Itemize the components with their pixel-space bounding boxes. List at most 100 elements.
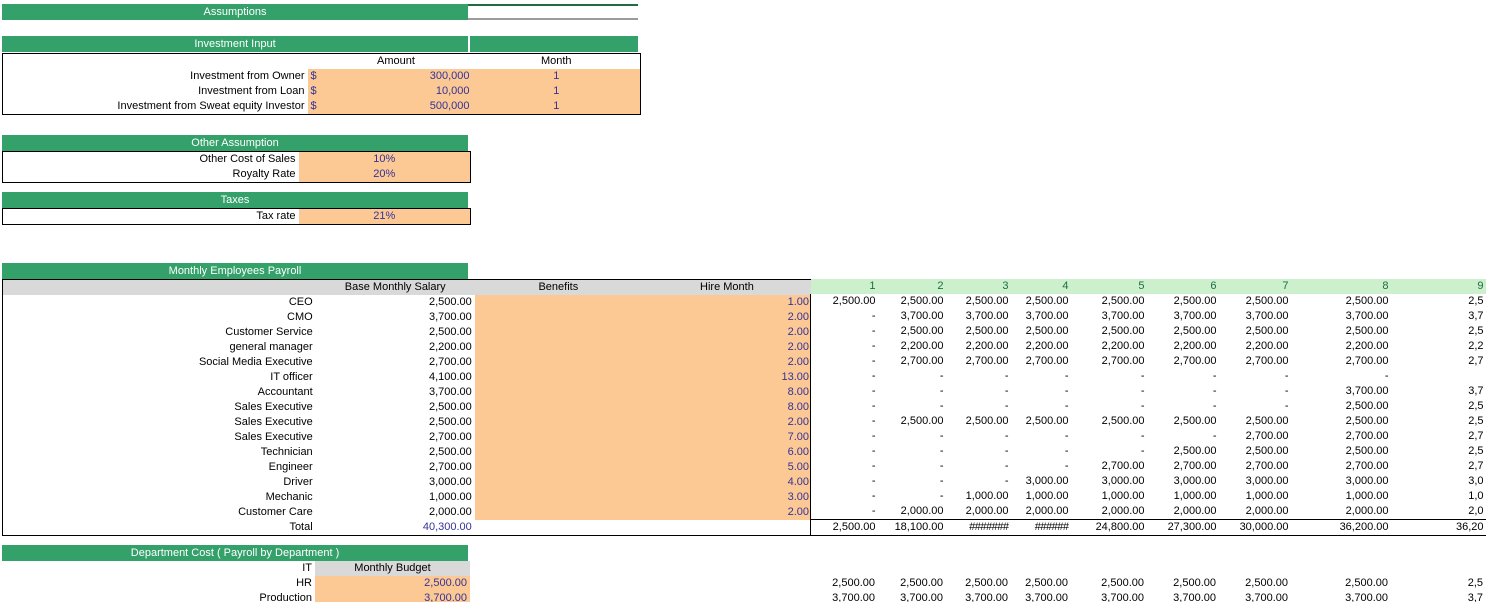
payroll-month-value: 2,2 [1391, 339, 1486, 354]
month-column-header-2: 2 [878, 279, 947, 294]
payroll-role-label: Sales Executive [2, 430, 316, 445]
investment-amount-input[interactable]: 300,000 [319, 69, 473, 84]
payroll-month-value: - [1011, 369, 1072, 384]
payroll-month-value: - [810, 489, 879, 504]
payroll-month-value: - [810, 369, 879, 384]
payroll-hire-month-input[interactable]: 6.00 [641, 445, 812, 460]
payroll-benefits-input[interactable] [474, 385, 642, 400]
payroll-benefits-input[interactable] [474, 295, 642, 310]
payroll-total-month-value: 36,200.00 [1291, 519, 1392, 536]
payroll-month-value: - [946, 444, 1012, 459]
payroll-month-value: 2,000.00 [878, 504, 947, 520]
payroll-benefits-input[interactable] [474, 310, 642, 325]
payroll-month-value: 2,000.00 [946, 504, 1012, 520]
table-row: -2,000.00 2,000.00 2,000.00 2,000.00 2,000.0… [810, 504, 1486, 520]
investment-amount-input[interactable]: 10,000 [319, 84, 473, 99]
payroll-month-value: 2,200.00 [878, 339, 947, 354]
payroll-benefits-input[interactable] [474, 325, 642, 340]
payroll-benefits-input[interactable] [474, 415, 642, 430]
payroll-month-value: - [878, 429, 947, 444]
payroll-hire-month-input[interactable]: 7.00 [641, 430, 812, 445]
table-row: - - - - - - -2,500.00 2,5 [810, 399, 1486, 414]
payroll-hire-month-input[interactable]: 5.00 [641, 460, 812, 475]
investment-amount-input[interactable]: 500,000 [319, 99, 473, 115]
payroll-role-label: Social Media Executive [2, 355, 316, 370]
payroll-month-value: 2,500.00 [1071, 294, 1148, 309]
payroll-hire-month-input[interactable]: 8.00 [641, 385, 812, 400]
department-cost-title-bar: Department Cost ( Payroll by Department … [2, 545, 468, 561]
payroll-month-value: 2,500.00 [1219, 414, 1292, 429]
royalty-rate-input[interactable]: 20% [298, 167, 471, 183]
payroll-benefits-input[interactable] [474, 355, 642, 370]
payroll-role-label: general manager [2, 340, 316, 355]
department-monthly-budget-input[interactable]: 3,700.00 [315, 591, 470, 602]
table-row: CMO 3,700.00 2.00 [2, 310, 812, 325]
payroll-month-value: 2,500.00 [1147, 294, 1220, 309]
payroll-benefits-input[interactable] [474, 370, 642, 385]
payroll-month-value: 3,700.00 [878, 309, 947, 324]
investment-month-input[interactable]: 1 [472, 84, 641, 99]
tax-rate-input[interactable]: 21% [298, 208, 471, 225]
payroll-month-value: 2,700.00 [1219, 459, 1292, 474]
payroll-month-value: - [946, 369, 1012, 384]
payroll-month-value: 2,700.00 [1147, 459, 1220, 474]
payroll-benefits-input[interactable] [474, 475, 642, 490]
payroll-benefits-input[interactable] [474, 505, 642, 520]
payroll-benefits-input[interactable] [474, 460, 642, 475]
payroll-hire-month-input[interactable]: 8.00 [641, 400, 812, 415]
payroll-month-value: - [946, 474, 1012, 489]
payroll-benefits-input[interactable] [474, 490, 642, 505]
table-row: Investment from Loan $ 10,000 1 [2, 84, 641, 99]
table-row: HR 2,500.00 [2, 576, 470, 591]
payroll-header-row: Base Monthly Salary Benefits Hire Month [2, 279, 812, 295]
investment-input-table: Amount Month Investment from Owner $ 300… [2, 53, 641, 115]
department-monthly-budget-input[interactable]: 2,500.00 [315, 576, 470, 591]
table-row: -2,500.00 2,500.00 2,500.00 2,500.00 2,500.0… [810, 414, 1486, 429]
department-month-value: 3,700.00 [810, 591, 878, 602]
payroll-benefits-input[interactable] [474, 445, 642, 460]
department-month-value: 2,500.00 [1011, 576, 1071, 591]
payroll-hire-month-input[interactable]: 13.00 [641, 370, 812, 385]
payroll-role-label: Technician [2, 445, 316, 460]
other-cost-of-sales-input[interactable]: 10% [298, 151, 471, 167]
payroll-hire-month-input[interactable]: 2.00 [641, 415, 812, 430]
payroll-month-value: - [1011, 399, 1072, 414]
payroll-base-salary: 2,700.00 [315, 355, 475, 370]
payroll-role-label: Customer Service [2, 325, 316, 340]
payroll-month-value: 2,500.00 [878, 294, 947, 309]
table-row: Tax rate 21% [2, 208, 471, 225]
payroll-month-value: 2,500.00 [1219, 324, 1292, 339]
payroll-hire-month-input[interactable]: 2.00 [641, 310, 812, 325]
payroll-hire-month-input[interactable]: 1.00 [641, 295, 812, 310]
department-month-value: 3,700.00 [878, 591, 946, 602]
investment-month-input[interactable]: 1 [472, 99, 641, 115]
currency-symbol: $ [307, 99, 320, 115]
payroll-benefits-input[interactable] [474, 400, 642, 415]
payroll-hire-month-input[interactable]: 3.00 [641, 490, 812, 505]
payroll-benefits-input[interactable] [474, 430, 642, 445]
investment-month-input[interactable]: 1 [472, 69, 641, 84]
month-column-header-6: 6 [1147, 279, 1220, 294]
department-month-value: 2,500.00 [810, 576, 878, 591]
payroll-month-value: 2,500.00 [1219, 444, 1292, 459]
payroll-month-value: 2,500.00 [1291, 399, 1392, 414]
payroll-hire-month-input[interactable]: 2.00 [641, 340, 812, 355]
payroll-month-value: - [1071, 384, 1148, 399]
payroll-role-label: IT officer [2, 370, 316, 385]
payroll-month-value: - [1147, 384, 1220, 399]
payroll-hire-month-input[interactable]: 2.00 [641, 355, 812, 370]
table-row: 2,500.00 2,500.00 2,500.00 2,500.00 2,500.00… [810, 294, 1486, 309]
payroll-role-label: Engineer [2, 460, 316, 475]
payroll-month-value: 2,500.00 [1011, 324, 1072, 339]
payroll-month-value: 3,000.00 [1011, 474, 1072, 489]
payroll-month-value: - [1071, 444, 1148, 459]
payroll-month-value: - [1147, 399, 1220, 414]
payroll-hire-month-input[interactable]: 2.00 [641, 505, 812, 520]
payroll-hire-month-input[interactable]: 4.00 [641, 475, 812, 490]
table-row: Social Media Executive 2,700.00 2.00 [2, 355, 812, 370]
payroll-hire-month-input[interactable]: 2.00 [641, 325, 812, 340]
payroll-month-value: 1,000.00 [946, 489, 1012, 504]
payroll-benefits-input[interactable] [474, 340, 642, 355]
payroll-month-value: - [878, 444, 947, 459]
payroll-month-value: 2,500.00 [1071, 324, 1148, 339]
